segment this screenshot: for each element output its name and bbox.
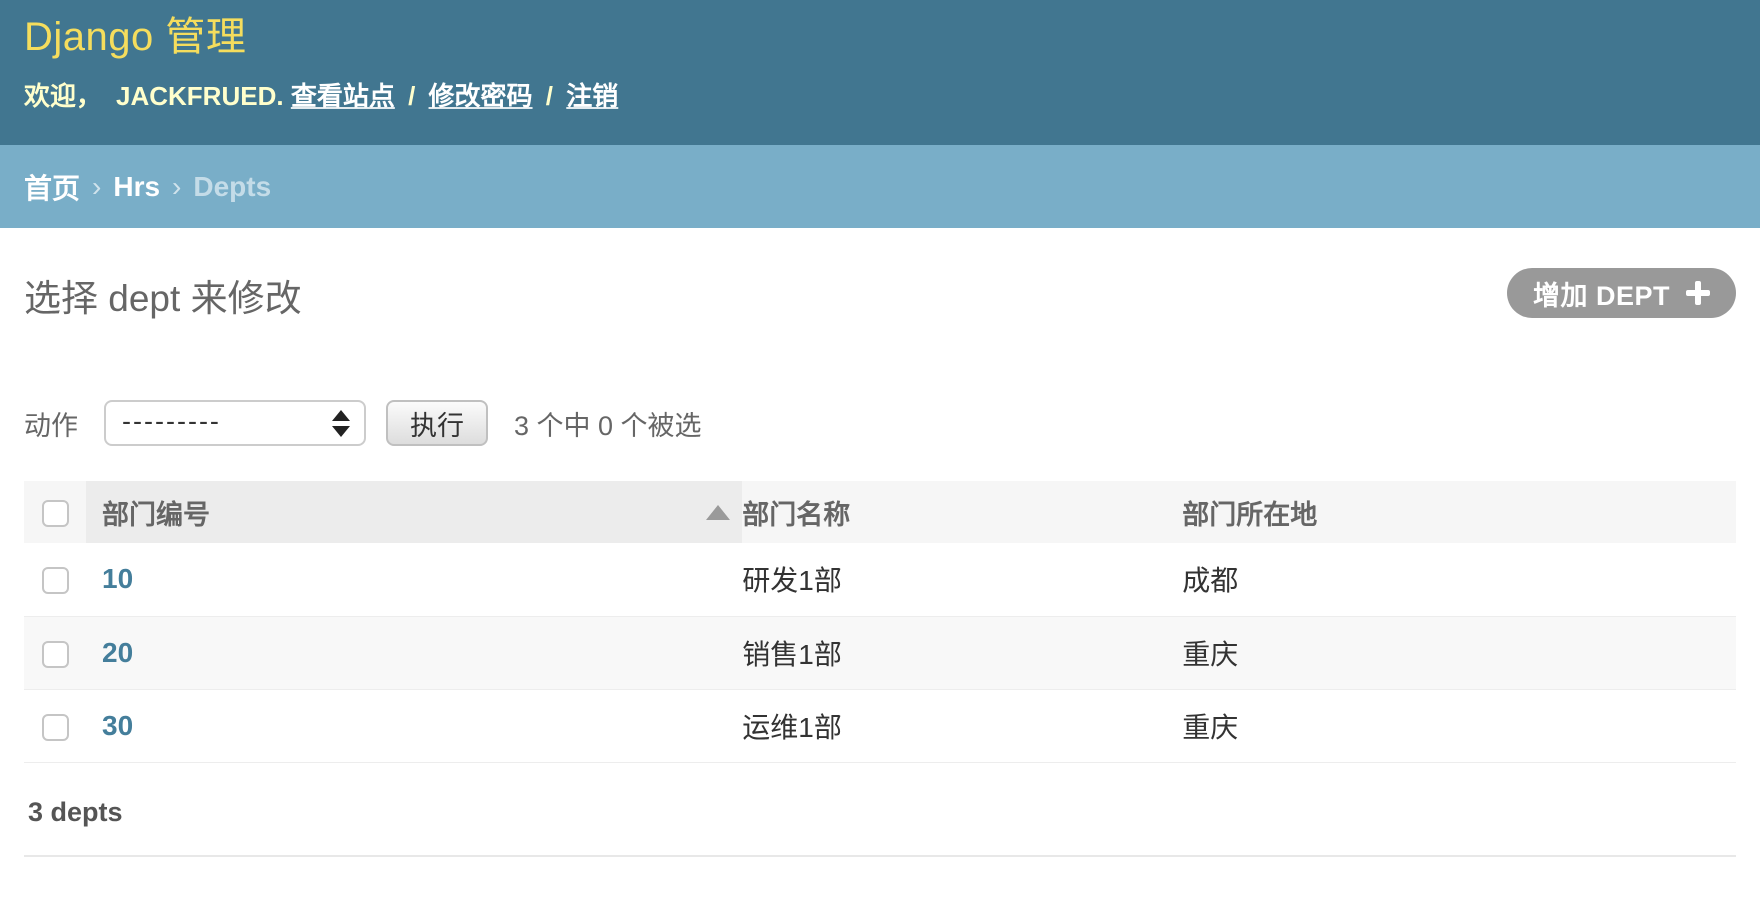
actions-label: 动作 [24,404,78,443]
app-header: Django 管理 欢迎， JACKFRUED. 查看站点 / 修改密码 / 注销 [0,0,1760,145]
go-button[interactable]: 执行 [386,400,488,446]
column-header-dept-no-label: 部门编号 [86,493,210,532]
add-dept-button-label: 增加 DEPT [1533,274,1670,313]
username: JACKFRUED [116,81,276,111]
user-tools: 欢迎， JACKFRUED. 查看站点 / 修改密码 / 注销 [24,76,1760,113]
breadcrumb-separator: › [92,171,101,203]
dept-name-cell: 运维1部 [742,689,1182,762]
row-checkbox[interactable] [42,567,69,594]
dept-name-cell: 销售1部 [742,616,1182,689]
dept-location-cell: 重庆 [1182,689,1736,762]
username-period: . [276,81,283,111]
view-site-link[interactable]: 查看站点 [291,81,395,111]
action-select-value: --------- [122,406,221,441]
link-separator: / [546,81,553,111]
action-select-dropdown[interactable]: --------- [104,400,366,446]
dept-no-link[interactable]: 20 [102,637,133,668]
depts-table: 部门编号 部门名称 部门所在地 10 研发1部 成都 [24,481,1736,763]
dept-location-cell: 成都 [1182,543,1736,616]
column-header-dept-no[interactable]: 部门编号 [86,481,742,543]
breadcrumb: 首页 › Hrs › Depts [0,145,1760,228]
title-row: 选择 dept 来修改 增加 DEPT [24,228,1736,322]
select-spinner-icon [332,410,350,437]
logout-link[interactable]: 注销 [566,81,618,111]
row-checkbox[interactable] [42,641,69,668]
column-header-dept-name-label: 部门名称 [742,500,850,530]
table-row: 20 销售1部 重庆 [24,616,1736,689]
column-header-dept-name[interactable]: 部门名称 [742,481,1182,543]
row-checkbox[interactable] [42,714,69,741]
table-row: 30 运维1部 重庆 [24,689,1736,762]
dept-location-cell: 重庆 [1182,616,1736,689]
site-title[interactable]: Django 管理 [24,14,1760,60]
add-dept-button[interactable]: 增加 DEPT [1507,268,1736,318]
plus-icon [1686,281,1710,305]
dept-no-link[interactable]: 10 [102,563,133,594]
page-title: 选择 dept 来修改 [24,268,302,322]
actions-bar: 动作 --------- 执行 3 个中 0 个被选 [24,400,1736,446]
table-header: 部门编号 部门名称 部门所在地 [24,481,1736,543]
selection-counter: 3 个中 0 个被选 [514,404,702,443]
sort-ascending-icon[interactable] [706,505,730,520]
column-header-dept-location-label: 部门所在地 [1182,500,1317,530]
dept-no-link[interactable]: 30 [102,710,133,741]
welcome-text: 欢迎， [24,81,102,111]
breadcrumb-current: Depts [193,171,271,203]
content-area: 选择 dept 来修改 增加 DEPT 动作 --------- 执行 3 个中… [0,228,1760,857]
select-all-checkbox[interactable] [42,500,69,527]
column-header-dept-location[interactable]: 部门所在地 [1182,481,1736,543]
table-row: 10 研发1部 成都 [24,543,1736,616]
breadcrumb-home-link[interactable]: 首页 [24,167,80,207]
change-password-link[interactable]: 修改密码 [429,81,533,111]
bottom-divider [24,855,1736,857]
link-separator: / [408,81,415,111]
dept-name-cell: 研发1部 [742,543,1182,616]
breadcrumb-separator: › [172,171,181,203]
breadcrumb-hrs-link[interactable]: Hrs [113,171,160,203]
header-select-all-cell [24,481,86,543]
pagination-summary: 3 depts [24,763,1736,828]
